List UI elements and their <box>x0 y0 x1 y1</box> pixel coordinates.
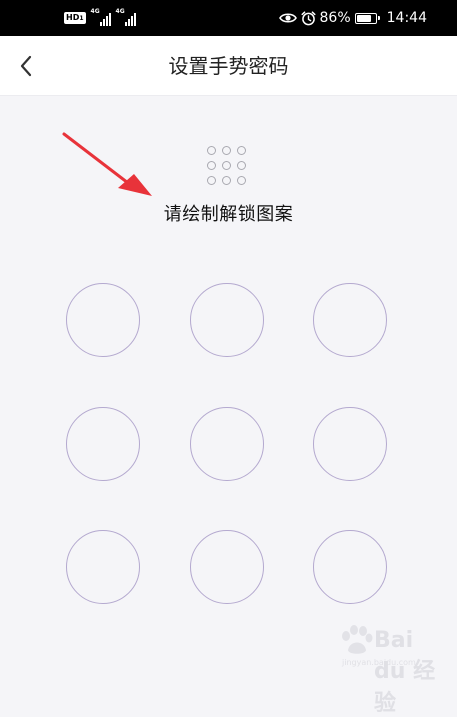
preview-dot <box>237 176 246 185</box>
paw-logo-icon <box>342 625 373 654</box>
status-time: 14:44 <box>386 10 427 26</box>
preview-dot <box>207 176 216 185</box>
pattern-node-1[interactable] <box>66 283 140 357</box>
watermark-sub: jingyan.baidu.com <box>342 658 416 667</box>
pattern-node-9[interactable] <box>313 530 387 604</box>
nav-bar: 设置手势密码 <box>0 36 457 96</box>
pattern-node-2[interactable] <box>190 283 264 357</box>
alarm-icon <box>300 10 316 25</box>
pattern-node-8[interactable] <box>190 530 264 604</box>
preview-dot <box>237 161 246 170</box>
battery-icon <box>354 12 380 24</box>
signal-icon-2: 4G <box>115 8 136 26</box>
battery-percent: 86% <box>319 10 351 26</box>
baidu-watermark: Bai du 经验 jingyan.baidu.com <box>336 622 436 716</box>
signal-icon: 4G <box>90 8 111 26</box>
page-title: 设置手势密码 <box>168 54 289 78</box>
draw-pattern-prompt: 请绘制解锁图案 <box>163 204 294 225</box>
status-right: 86% 14:44 <box>278 8 427 28</box>
pattern-preview-icon <box>205 144 249 188</box>
status-left: HD1 4G 4G <box>64 9 136 27</box>
pattern-node-5[interactable] <box>190 407 264 481</box>
pattern-node-3[interactable] <box>313 283 387 357</box>
hd-sim-text: 1 <box>79 15 84 22</box>
signal-1-network-label: 4G <box>90 8 100 15</box>
preview-dot <box>222 176 231 185</box>
eye-icon <box>278 13 297 23</box>
status-bar: HD1 4G 4G 86% 14:44 <box>0 0 457 36</box>
battery-fill <box>356 14 372 22</box>
pattern-node-6[interactable] <box>313 407 387 481</box>
hd-badge-text: HD <box>66 13 80 22</box>
pattern-node-4[interactable] <box>66 407 140 481</box>
preview-dot <box>222 161 231 170</box>
preview-dot <box>207 146 216 155</box>
watermark-text: Bai du 经验 <box>374 628 436 716</box>
preview-dot <box>222 146 231 155</box>
preview-dot <box>207 161 216 170</box>
annotation-arrow-icon <box>62 132 152 196</box>
pattern-lock-grid <box>0 0 457 680</box>
signal-2-network-label: 4G <box>115 8 125 15</box>
preview-dot <box>237 146 246 155</box>
hd-badge: HD1 <box>64 12 86 24</box>
pattern-node-7[interactable] <box>66 530 140 604</box>
